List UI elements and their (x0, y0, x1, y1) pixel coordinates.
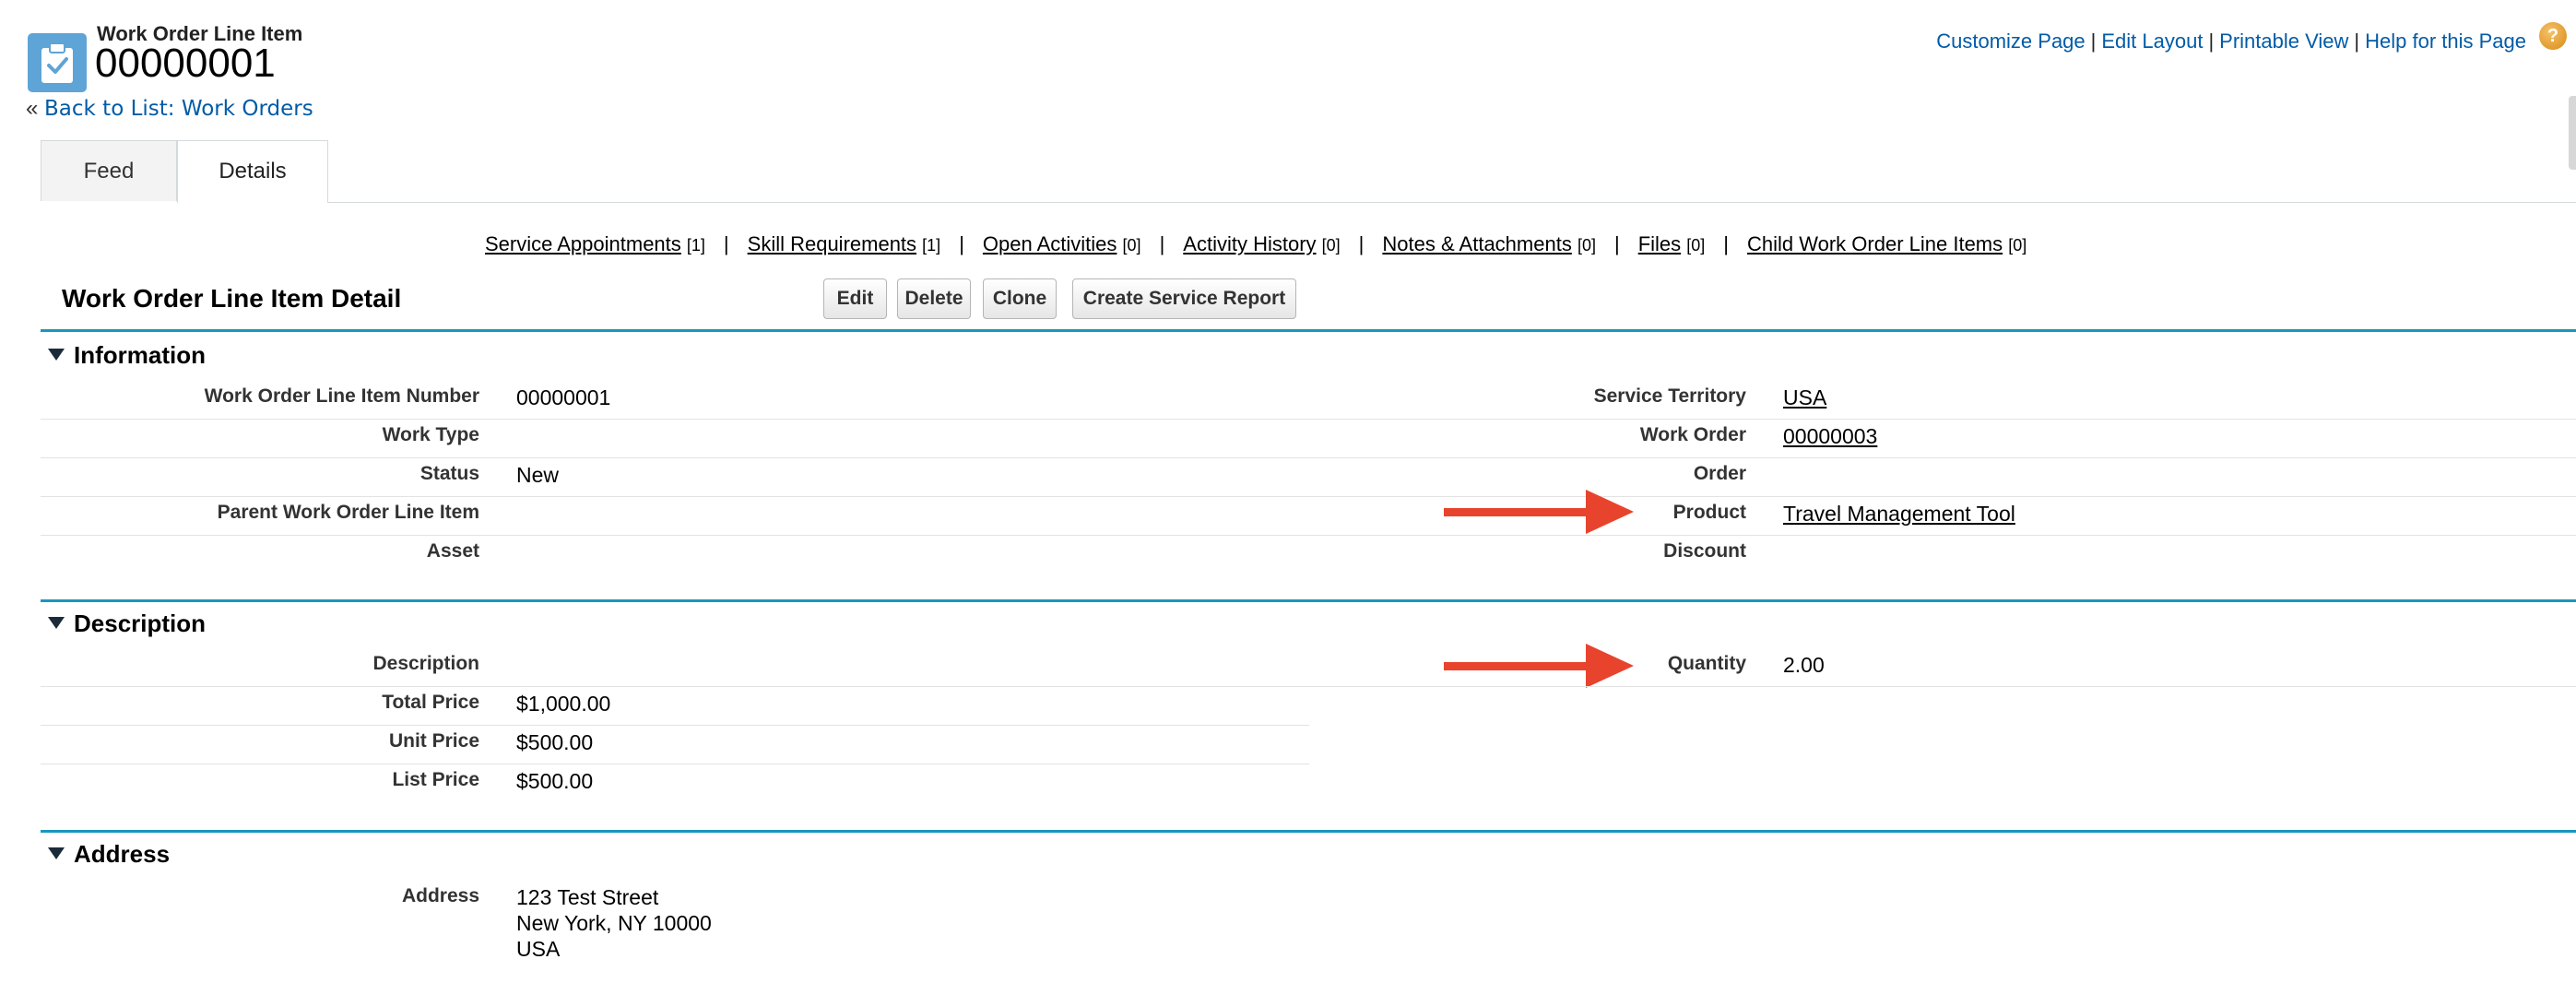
scrollbar[interactable] (2569, 96, 2576, 170)
field-label: Order (1693, 463, 1746, 484)
work-order-link[interactable]: 00000003 (1783, 424, 1877, 449)
tab-details[interactable]: Details (177, 140, 328, 203)
row-divider (41, 686, 2576, 687)
field-value: $1,000.00 (516, 692, 611, 716)
related-link-files[interactable]: Files (1638, 232, 1681, 255)
annotation-arrow-product (1444, 490, 1634, 534)
related-count: [0] (1686, 236, 1706, 255)
related-link-activity-history[interactable]: Activity History (1183, 232, 1316, 255)
separator: | (1613, 232, 1620, 255)
separator: | (723, 232, 729, 255)
create-service-report-button[interactable]: Create Service Report (1072, 278, 1296, 319)
section-header-information[interactable]: Information (48, 341, 206, 370)
related-count: [1] (686, 236, 705, 255)
help-for-page-link[interactable]: Help for this Page (2365, 30, 2526, 53)
section-rule (41, 599, 2576, 602)
field-label: Work Order (1639, 424, 1746, 445)
related-link-service-appointments[interactable]: Service Appointments (485, 232, 681, 255)
related-list-links: Service Appointments [1] | Skill Requireme… (485, 232, 2027, 256)
section-header-address[interactable]: Address (48, 840, 170, 869)
tab-feed[interactable]: Feed (41, 140, 177, 201)
page-title: 00000001 (95, 41, 276, 86)
field-label: Parent Work Order Line Item (217, 502, 479, 523)
collapse-triangle-icon[interactable] (48, 847, 65, 859)
printable-view-link[interactable]: Printable View (2219, 30, 2348, 53)
field-label: Discount (1663, 540, 1746, 562)
field-label: Product (1672, 502, 1746, 523)
field-value: $500.00 (516, 730, 594, 754)
field-value: 2.00 (1783, 653, 1825, 677)
separator: | (1159, 232, 1165, 255)
back-prefix: « (26, 96, 39, 121)
separator: | (1723, 232, 1729, 255)
related-count: [0] (1321, 236, 1341, 255)
work-order-line-item-icon (28, 33, 87, 92)
section-title: Description (74, 610, 207, 637)
related-link-child-work-order-line-items[interactable]: Child Work Order Line Items (1747, 232, 2003, 255)
annotation-arrow-quantity (1444, 644, 1634, 688)
delete-button[interactable]: Delete (897, 278, 971, 319)
field-value: New (516, 463, 560, 487)
address-line: USA (516, 937, 561, 961)
field-label: Work Type (382, 424, 479, 445)
row-divider (41, 496, 2576, 497)
related-count: [1] (922, 236, 941, 255)
field-value: $500.00 (516, 769, 594, 793)
address-line: New York, NY 10000 (516, 911, 712, 935)
field-label: Unit Price (388, 730, 479, 752)
section-title: Information (74, 341, 206, 369)
section-title: Address (74, 840, 171, 868)
separator: | (2208, 30, 2215, 53)
related-link-skill-requirements[interactable]: Skill Requirements (748, 232, 916, 255)
customize-page-link[interactable]: Customize Page (1936, 30, 2085, 53)
service-territory-link[interactable]: USA (1783, 385, 1826, 410)
address-line: 123 Test Street (516, 885, 659, 909)
related-count: [0] (1577, 236, 1596, 255)
tab-divider (328, 202, 2576, 203)
related-link-notes-attachments[interactable]: Notes & Attachments (1382, 232, 1571, 255)
row-divider (41, 457, 2576, 458)
field-value: 00000001 (516, 385, 611, 409)
related-count: [0] (1122, 236, 1141, 255)
product-link[interactable]: Travel Management Tool (1783, 502, 2015, 527)
field-label: Asset (426, 540, 479, 562)
section-rule (41, 329, 2576, 332)
section-header-description[interactable]: Description (48, 610, 206, 638)
related-count: [0] (2008, 236, 2027, 255)
edit-button[interactable]: Edit (823, 278, 887, 319)
clone-button[interactable]: Clone (983, 278, 1057, 319)
field-label: Work Order Line Item Number (204, 385, 479, 407)
separator: | (2354, 30, 2360, 53)
field-label: Quantity (1667, 653, 1746, 674)
help-icon[interactable]: ? (2539, 22, 2567, 50)
field-label: Address (401, 885, 479, 906)
related-link-open-activities[interactable]: Open Activities (983, 232, 1117, 255)
section-rule (41, 830, 2576, 833)
field-label: List Price (392, 769, 479, 790)
row-divider (41, 725, 1309, 726)
collapse-triangle-icon[interactable] (48, 349, 65, 361)
detail-section-title: Work Order Line Item Detail (62, 284, 402, 313)
field-label: Status (419, 463, 479, 484)
back-to-list-link[interactable]: Back to List: Work Orders (44, 97, 313, 121)
collapse-triangle-icon[interactable] (48, 617, 65, 629)
row-divider (41, 419, 2576, 420)
separator: | (2090, 30, 2097, 53)
edit-layout-link[interactable]: Edit Layout (2101, 30, 2203, 53)
separator: | (1358, 232, 1365, 255)
top-links: Customize Page | Edit Layout | Printable Vie… (1936, 30, 2526, 53)
breadcrumb: « Back to List: Work Orders (26, 96, 313, 122)
field-label: Service Territory (1593, 385, 1746, 407)
field-label: Total Price (382, 692, 479, 713)
row-divider (41, 535, 2576, 536)
separator: | (959, 232, 964, 255)
field-label: Description (372, 653, 479, 674)
